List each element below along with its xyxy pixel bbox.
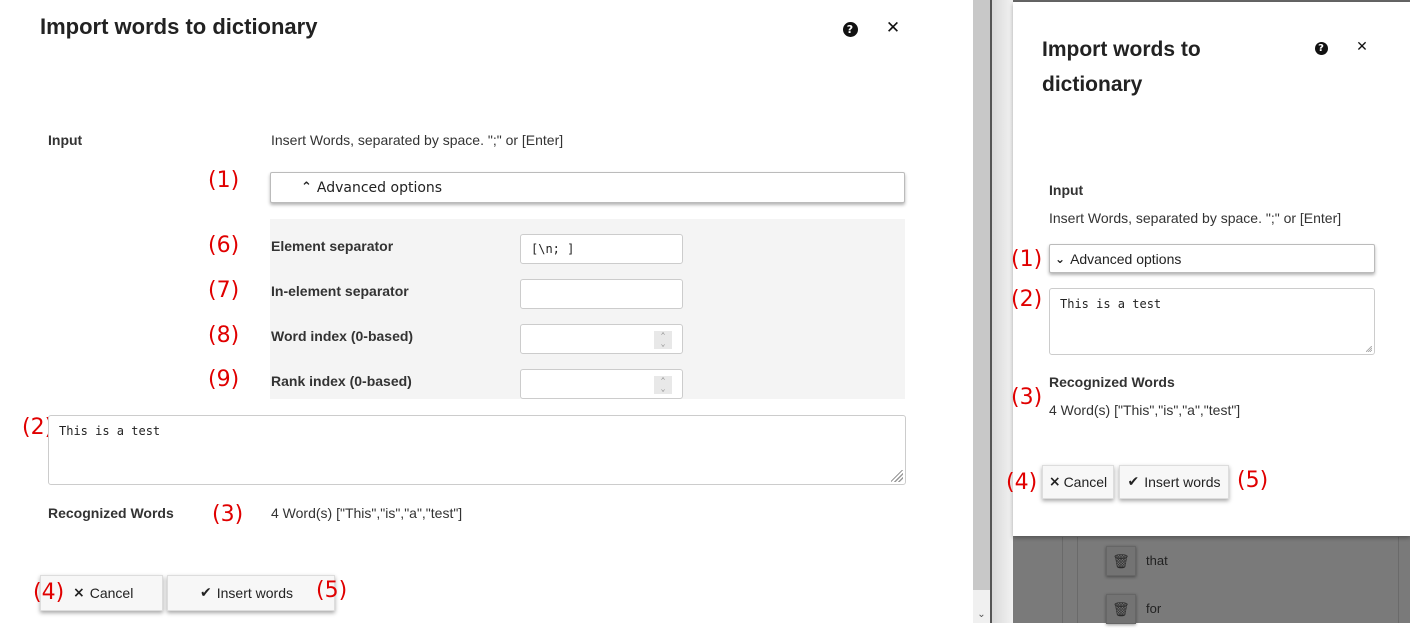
recognized-words-value: 4 Word(s) ["This","is","a","test"] (1049, 402, 1241, 418)
annotation-8: (8) (208, 323, 240, 348)
word-index-input[interactable]: ⌃ ⌄ (520, 324, 683, 354)
close-icon: ✕ (885, 18, 901, 38)
annotation-4: (4) (1006, 470, 1038, 495)
annotation-6: (6) (208, 233, 240, 258)
insert-words-label: Insert words (1144, 474, 1221, 490)
words-textarea[interactable]: This is a test (1049, 288, 1375, 355)
close-icon: × (73, 585, 85, 601)
annotation-9: (9) (208, 367, 240, 392)
close-button[interactable]: ✕ (883, 18, 903, 38)
words-textarea[interactable]: This is a test (48, 415, 906, 485)
right-dialog: Import words to dictionary ? ✕ Input Ins… (1013, 2, 1410, 536)
list-border (1077, 537, 1078, 623)
insert-words-button[interactable]: ✔ Insert words (167, 575, 335, 611)
dialog-title: Import words to dictionary (40, 14, 318, 39)
resize-handle[interactable] (891, 470, 903, 482)
annotation-1: (1) (1011, 247, 1043, 272)
help-button[interactable]: ? (840, 19, 860, 39)
recognized-words-label: Recognized Words (48, 505, 174, 521)
annotation-3: (3) (212, 502, 244, 527)
number-spinner[interactable]: ⌃ ⌄ (654, 331, 672, 349)
insert-words-button[interactable]: ✔ Insert words (1119, 465, 1229, 499)
advanced-options-toggle[interactable]: ⌃ Advanced options (270, 172, 905, 203)
annotation-2: (2) (1011, 287, 1043, 312)
trash-icon: 🗑 (1112, 600, 1130, 617)
close-button[interactable]: ✕ (1352, 37, 1372, 57)
scroll-down-arrow[interactable]: ⌄ (973, 605, 990, 623)
list-border (1062, 537, 1063, 623)
question-circle-icon: ? (842, 21, 858, 37)
panel-gutter (992, 0, 1013, 623)
resize-handle[interactable] (1366, 346, 1372, 352)
annotation-7: (7) (208, 278, 240, 303)
rank-index-label: Rank index (0-based) (271, 373, 412, 389)
advanced-options-label: Advanced options (1070, 250, 1182, 267)
element-separator-input[interactable]: [\n; ] (520, 234, 683, 264)
input-hint: Insert Words, separated by space. ";" or… (271, 132, 564, 148)
in-element-separator-label: In-element separator (271, 283, 409, 299)
check-icon: ✔ (200, 585, 212, 601)
in-element-separator-input[interactable] (520, 279, 683, 309)
annotation-1: (1) (208, 168, 240, 193)
spin-down-icon[interactable]: ⌄ (661, 385, 666, 393)
advanced-options-toggle[interactable]: ⌄ Advanced options (1049, 244, 1375, 273)
delete-button[interactable]: 🗑 (1106, 546, 1136, 576)
word-index-label: Word index (0-based) (271, 328, 414, 344)
annotation-3: (3) (1011, 385, 1043, 410)
chevron-down-icon: ⌄ (1055, 251, 1066, 266)
annotation-5: (5) (1237, 468, 1269, 493)
words-text: This is a test (59, 424, 161, 438)
trash-icon: 🗑 (1112, 552, 1130, 569)
annotation-5: (5) (316, 578, 348, 603)
number-spinner[interactable]: ⌃ ⌄ (654, 376, 672, 394)
help-button[interactable]: ? (1311, 38, 1331, 58)
dialog-title: Import words to dictionary (1042, 38, 1201, 96)
close-icon: × (1048, 474, 1061, 490)
list-word: for (1146, 601, 1162, 616)
input-label: Input (48, 132, 83, 148)
spin-down-icon[interactable]: ⌄ (661, 340, 666, 348)
words-text: This is a test (1060, 297, 1162, 311)
advanced-options-label: Advanced options (316, 179, 443, 196)
left-dialog: Import words to dictionary ? ✕ Input Ins… (0, 0, 972, 623)
list-item: 🗑 that (1106, 546, 1406, 580)
recognized-words-label: Recognized Words (1049, 374, 1175, 390)
annotation-4: (4) (33, 580, 65, 605)
cancel-label: Cancel (1063, 474, 1108, 490)
input-hint: Insert Words, separated by space. ";" or… (1049, 210, 1342, 226)
close-icon: ✕ (1356, 39, 1368, 55)
question-circle-icon: ? (1314, 41, 1328, 55)
recognized-words-value: 4 Word(s) ["This","is","a","test"] (271, 505, 463, 521)
rank-index-input[interactable]: ⌃ ⌄ (520, 369, 683, 399)
input-label: Input (1049, 182, 1084, 198)
list-word: that (1146, 553, 1168, 568)
vertical-scrollbar[interactable]: ⌄ (973, 0, 990, 623)
cancel-button[interactable]: × Cancel (1042, 465, 1114, 499)
check-icon: ✔ (1127, 474, 1140, 490)
delete-button[interactable]: 🗑 (1106, 594, 1136, 624)
insert-words-label: Insert words (216, 585, 293, 601)
scrollbar-thumb[interactable] (973, 0, 990, 590)
chevron-up-icon: ⌃ (301, 180, 312, 195)
cancel-label: Cancel (89, 585, 134, 601)
element-separator-label: Element separator (271, 238, 394, 254)
